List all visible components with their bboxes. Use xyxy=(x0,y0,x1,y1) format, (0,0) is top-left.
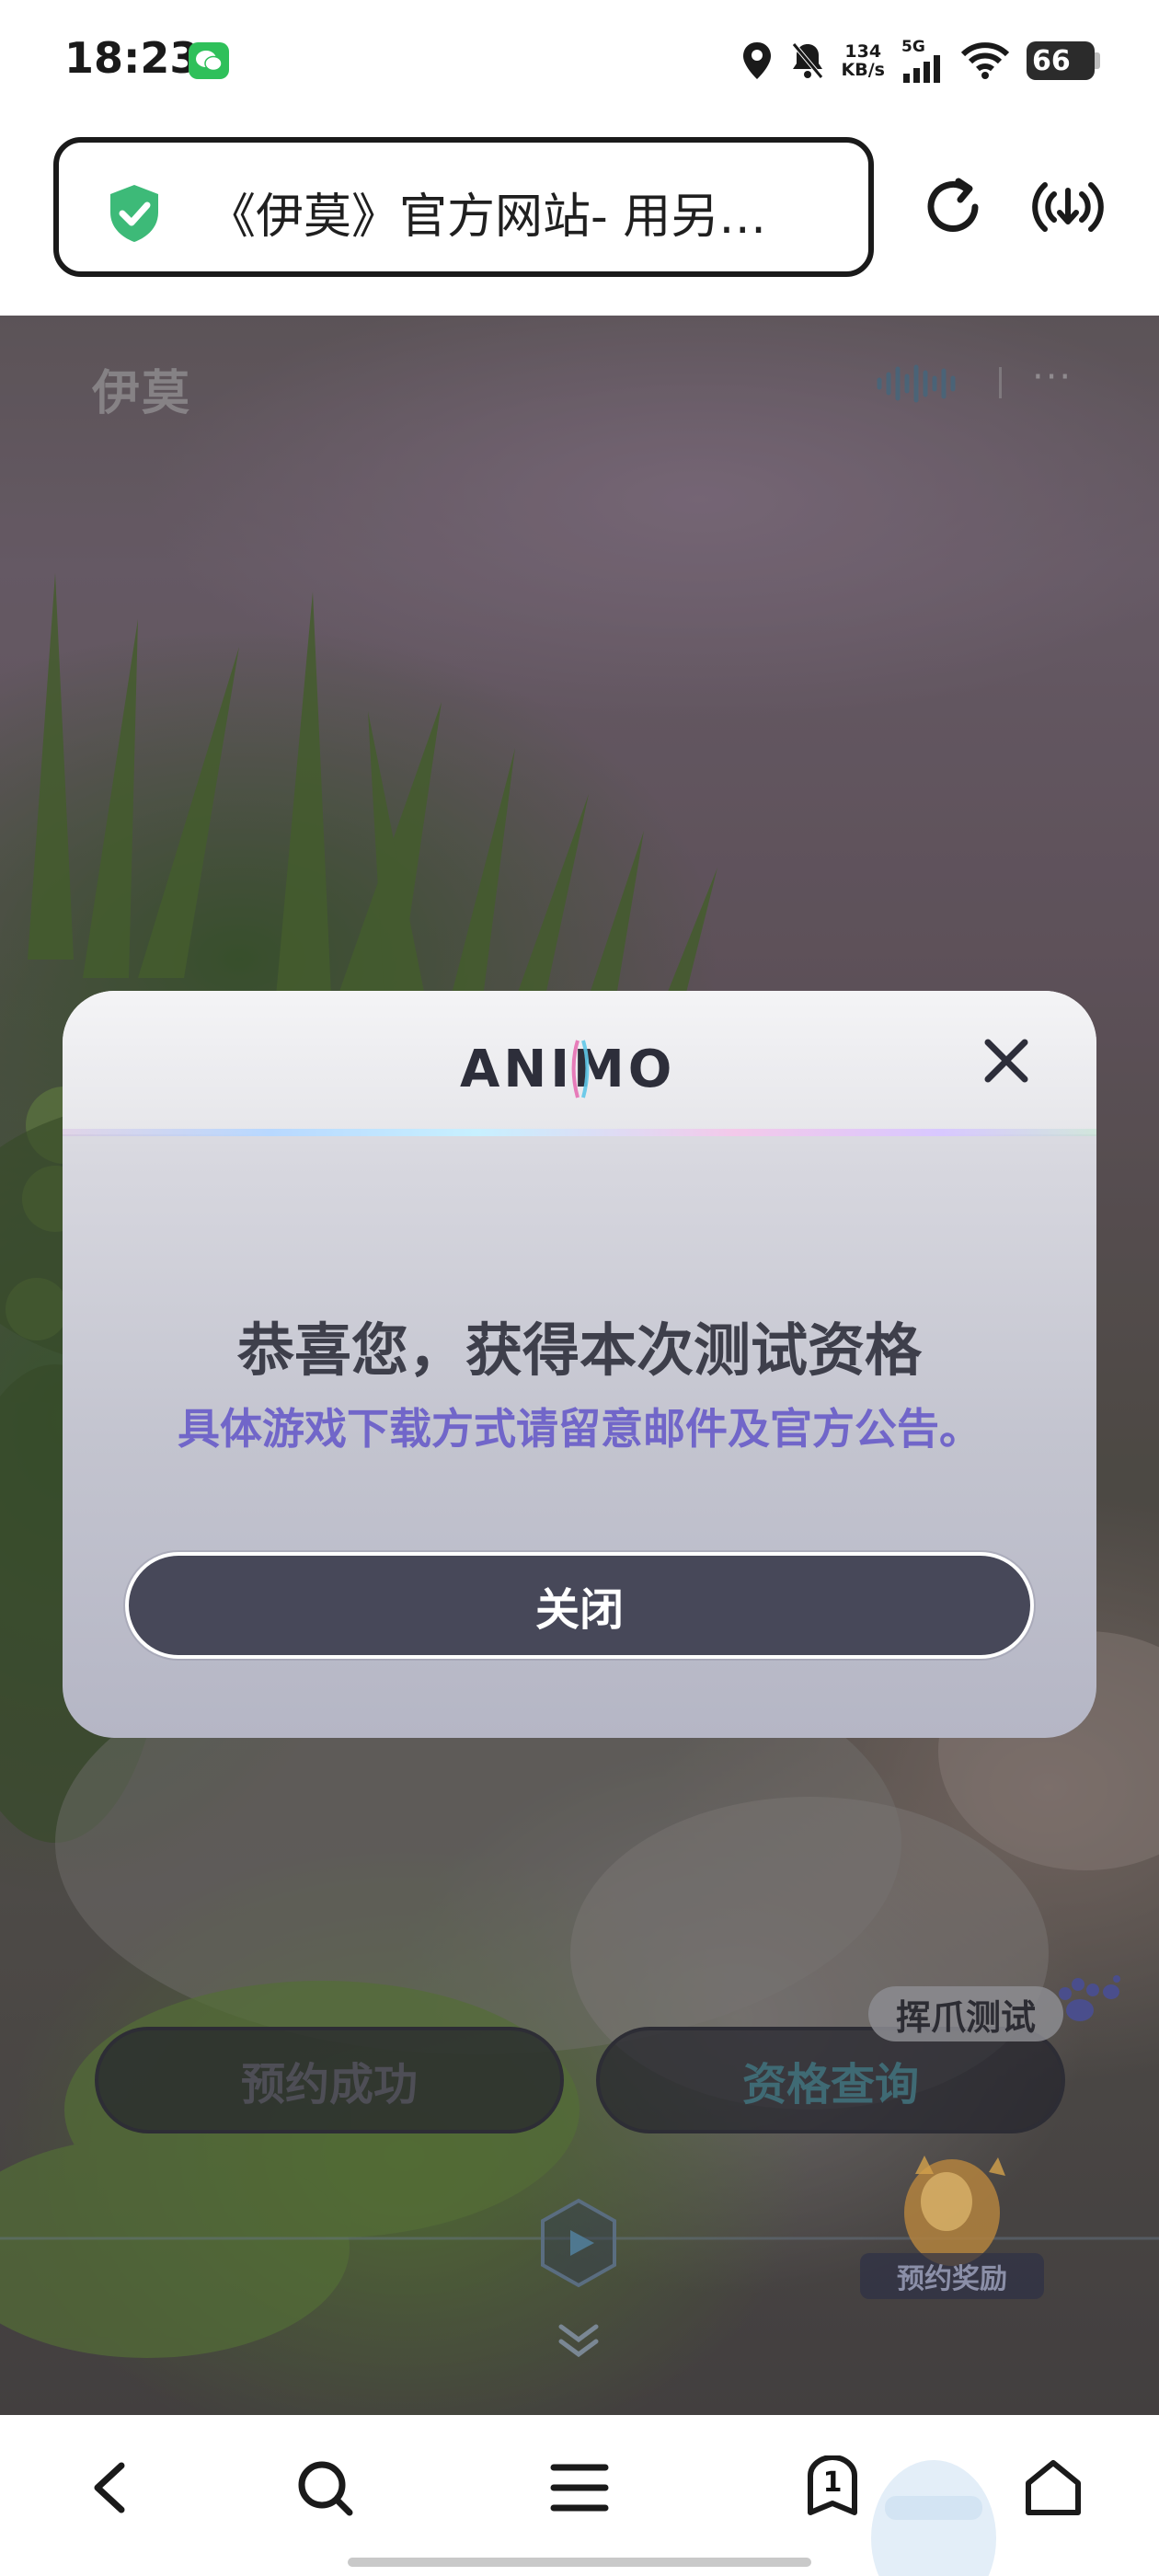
network-speed: 134 KB/s xyxy=(842,42,885,79)
bell-muted-icon xyxy=(791,42,823,79)
net-speed-value: 134 xyxy=(844,41,882,62)
shield-check-icon xyxy=(110,185,158,242)
search-button[interactable] xyxy=(283,2446,366,2529)
menu-icon xyxy=(550,2464,609,2512)
location-icon xyxy=(742,42,771,79)
signal-icon xyxy=(903,54,940,83)
tab-count: 1 xyxy=(822,2467,843,2499)
radio-download-icon[interactable] xyxy=(1030,172,1106,242)
back-icon xyxy=(94,2462,125,2513)
header-divider xyxy=(999,367,1002,398)
more-icon[interactable]: ··· xyxy=(1032,359,1073,396)
test-tag: 挥爪测试 xyxy=(868,1986,1064,2041)
reward-label[interactable]: 预约奖励 xyxy=(860,2253,1044,2299)
mascot-peek xyxy=(871,2460,996,2576)
wifi-icon xyxy=(960,42,1010,79)
close-icon[interactable] xyxy=(979,1033,1034,1088)
network-type: 5G xyxy=(901,37,925,56)
play-icon[interactable] xyxy=(537,2197,620,2289)
scroll-down-icon[interactable] xyxy=(556,2321,602,2362)
bottom-navigation: 1 xyxy=(0,2415,1159,2576)
battery-icon: 66 xyxy=(1027,41,1100,80)
reload-icon[interactable] xyxy=(918,172,988,242)
close-button[interactable]: 关闭 xyxy=(125,1552,1034,1659)
paw-icon xyxy=(1059,1975,1120,2021)
browser-toolbar: 《伊莫》官方网站- 用另… xyxy=(0,124,1159,316)
wechat-icon xyxy=(189,42,229,79)
audio-wave-icon[interactable] xyxy=(874,363,966,404)
modal-divider xyxy=(63,1129,1096,1136)
modal-title: 恭喜您，获得本次测试资格 xyxy=(236,1317,922,1384)
brand-text: ANIMO xyxy=(460,1040,675,1099)
home-button[interactable] xyxy=(1012,2446,1095,2529)
site-logo[interactable]: 伊莫 xyxy=(92,354,191,423)
address-bar[interactable]: 《伊莫》官方网站- 用另… xyxy=(53,137,874,277)
net-speed-unit: KB/s xyxy=(841,60,885,80)
home-indicator[interactable] xyxy=(348,2558,811,2567)
home-icon xyxy=(1026,2460,1081,2515)
status-icons: 134 KB/s 5G 66 xyxy=(740,33,1100,88)
page-title: 《伊莫》官方网站- 用另… xyxy=(208,190,767,245)
qualification-modal: ANIMO 恭喜您，获得本次测试资格 具体游戏下载方式请留意邮件及官方公告。 关… xyxy=(63,991,1096,1738)
signal-block: 5G xyxy=(901,37,944,83)
reserve-button[interactable]: 预约成功 xyxy=(95,2027,564,2133)
modal-subtitle: 具体游戏下载方式请留意邮件及官方公告。 xyxy=(178,1404,981,1454)
back-button[interactable] xyxy=(68,2446,151,2529)
search-icon xyxy=(298,2461,353,2516)
menu-button[interactable] xyxy=(538,2446,621,2529)
status-bar: 18:23 134 KB/s 5G 66 xyxy=(0,0,1159,124)
query-button[interactable]: 资格查询 xyxy=(596,2027,1065,2133)
animo-logo: ANIMO xyxy=(460,1040,675,1099)
tabs-button[interactable]: 1 xyxy=(791,2446,874,2529)
status-time: 18:23 xyxy=(64,33,200,83)
